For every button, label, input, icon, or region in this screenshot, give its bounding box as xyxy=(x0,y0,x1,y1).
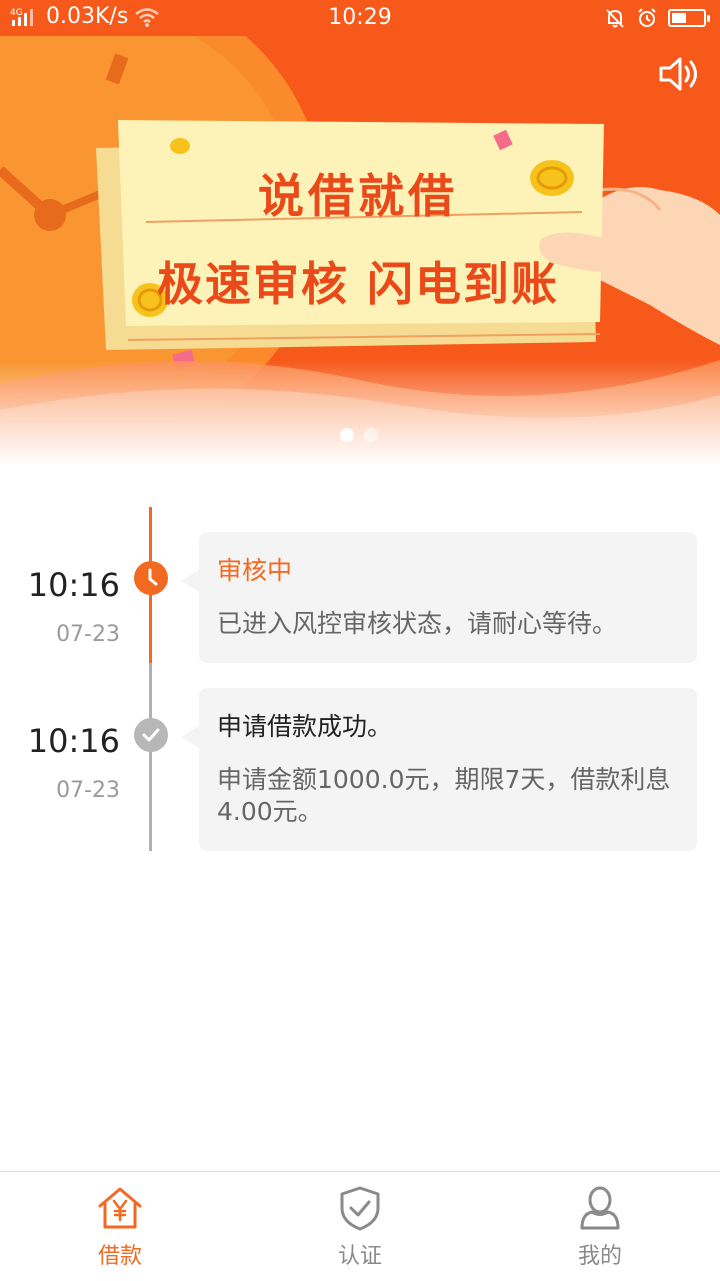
carousel-dot-active[interactable] xyxy=(340,428,354,442)
tab-loan[interactable]: 借款 xyxy=(0,1172,240,1281)
mute-bell-icon xyxy=(606,9,624,28)
timeline-time: 10:16 xyxy=(27,566,120,604)
tab-verification[interactable]: 认证 xyxy=(240,1172,480,1281)
tab-label: 我的 xyxy=(577,1244,622,1269)
home-yuan-icon xyxy=(98,1187,142,1229)
banner-artwork xyxy=(0,0,720,465)
timeline-date: 07-23 xyxy=(56,778,120,803)
status-right xyxy=(604,7,710,29)
status-card-reviewing: 审核中 已进入风控审核状态，请耐心等待。 xyxy=(181,532,697,663)
timeline-date: 07-23 xyxy=(56,622,120,647)
banner-title-line2: 极速审核 闪电到账 xyxy=(156,257,559,311)
battery-icon xyxy=(668,9,710,27)
timeline-line-past xyxy=(149,663,152,851)
timeline-time: 10:16 xyxy=(27,722,120,760)
tab-profile[interactable]: 我的 xyxy=(480,1172,720,1281)
tab-label: 认证 xyxy=(337,1244,382,1269)
tab-label: 借款 xyxy=(97,1244,142,1269)
status-description: 申请金额1000.0元，期限7天，借款利息4.00元。 xyxy=(217,765,671,826)
bottom-tab-bar: 借款 认证 我的 xyxy=(0,1171,720,1281)
carousel-indicator[interactable] xyxy=(340,428,378,442)
clock-icon xyxy=(134,561,168,595)
status-card-applied: 申请借款成功。 申请金额1000.0元，期限7天，借款利息4.00元。 xyxy=(181,688,697,851)
speaker-icon[interactable] xyxy=(658,56,702,92)
alarm-icon xyxy=(638,8,656,27)
carousel-dot[interactable] xyxy=(364,428,378,442)
status-title: 申请借款成功。 xyxy=(217,712,393,741)
shield-check-icon xyxy=(340,1186,380,1231)
battery-level xyxy=(672,13,686,23)
check-icon xyxy=(134,718,168,752)
status-bar: 4G 0.03K/s 10:29 xyxy=(0,0,720,36)
promo-banner[interactable]: 说借就借 极速审核 闪电到账 xyxy=(0,0,720,465)
user-icon xyxy=(580,1186,620,1230)
status-title: 审核中 xyxy=(217,556,293,585)
banner-title-line1: 说借就借 xyxy=(258,169,458,223)
status-description: 已进入风控审核状态，请耐心等待。 xyxy=(217,609,618,638)
